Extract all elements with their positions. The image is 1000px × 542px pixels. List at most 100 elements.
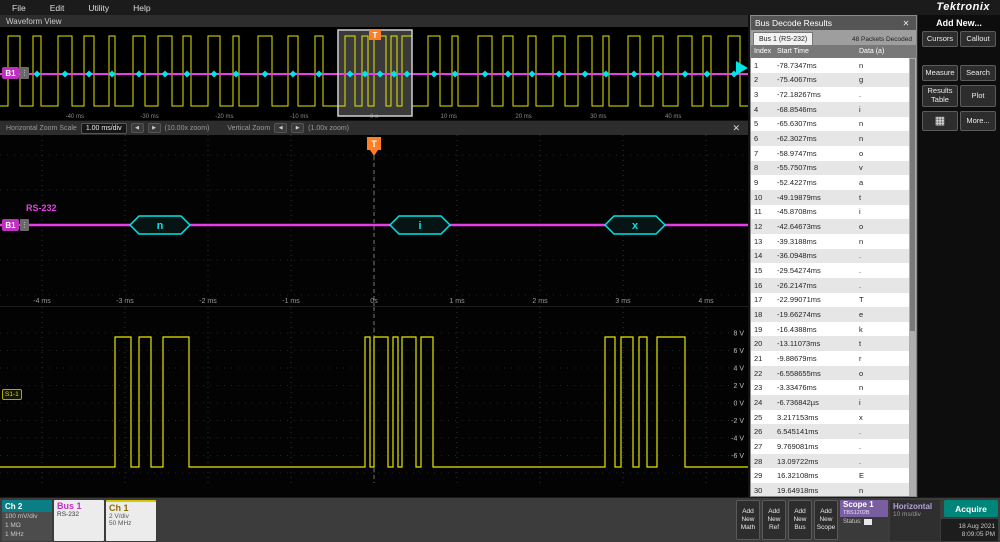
decode-row[interactable]: 2-75.4067msg — [751, 73, 909, 88]
overview-svg: -40 ms-30 ms-20 ms-10 ms0 s10 ms20 ms30 … — [0, 28, 748, 120]
voltage-axis-label: 2 V — [733, 383, 744, 390]
v-zoom-increase-button[interactable]: ▶ — [291, 123, 304, 133]
decode-event-diamond — [528, 70, 535, 77]
decode-row[interactable]: 279.769081ms. — [751, 439, 909, 454]
add-new-ref-button[interactable]: AddNewRef — [762, 500, 786, 540]
waveform-flag-icon[interactable] — [736, 61, 748, 75]
decode-row[interactable]: 23-3.33476msn — [751, 380, 909, 395]
column-data[interactable]: Data (a) — [859, 48, 916, 55]
decode-row[interactable]: 7-58.9747mso — [751, 146, 909, 161]
cell-data: . — [859, 457, 909, 466]
decode-row[interactable]: 2813.09722ms. — [751, 454, 909, 469]
channel-2-badge[interactable]: Ch 2 100 mV/div 1 MΩ 1 MHz — [2, 500, 52, 541]
decode-row[interactable]: 3019.64918msn — [751, 483, 909, 496]
decode-row[interactable]: 19-16.4388msk — [751, 322, 909, 337]
cell-index: 8 — [751, 163, 777, 172]
cell-start-time: -22.99071ms — [777, 295, 859, 304]
cell-start-time: -52.4227ms — [777, 178, 859, 187]
decode-row[interactable]: 13-39.3188msn — [751, 234, 909, 249]
decode-row[interactable]: 12-42.64673mso — [751, 219, 909, 234]
cell-index: 5 — [751, 119, 777, 128]
decode-scrollbar[interactable] — [909, 58, 916, 496]
h-zoom-increase-button[interactable]: ▶ — [148, 123, 161, 133]
decode-row[interactable]: 20-13.11073mst — [751, 336, 909, 351]
close-icon[interactable]: ✕ — [900, 19, 912, 28]
horizontal-scale-value[interactable]: 1.00 ms/div — [81, 123, 127, 134]
plot-button[interactable]: Plot — [960, 85, 996, 107]
decode-row[interactable]: 18-19.66274mse — [751, 307, 909, 322]
cell-start-time: -68.8546ms — [777, 105, 859, 114]
source-channel-badge[interactable]: S1-1 — [2, 389, 22, 400]
search-button[interactable]: Search — [960, 65, 996, 81]
decode-event-diamond — [232, 70, 239, 77]
bus1-overview-drag-handle[interactable]: ⋮ — [20, 67, 29, 79]
decode-row[interactable]: 6-62.3027msn — [751, 131, 909, 146]
column-index[interactable]: Index — [751, 48, 777, 55]
cell-index: 11 — [751, 207, 777, 216]
add-new-math-button[interactable]: AddNewMath — [736, 500, 760, 540]
scrollbar-thumb[interactable] — [910, 59, 915, 331]
decode-row[interactable]: 9-52.4227msa — [751, 175, 909, 190]
bus-1-badge[interactable]: Bus 1 RS-232 — [54, 500, 104, 541]
voltage-axis-label: 8 V — [733, 331, 744, 338]
cell-data: . — [859, 251, 909, 260]
decode-event-diamond — [451, 70, 458, 77]
decode-row[interactable]: 11-45.8708msi — [751, 205, 909, 220]
menu-utility[interactable]: Utility — [76, 0, 121, 15]
voltage-axis-label: 4 V — [733, 366, 744, 373]
channel-1-badge[interactable]: Ch 1 2 V/div 50 MHz — [106, 500, 156, 541]
column-start-time[interactable]: Start Time — [777, 48, 859, 55]
decode-row[interactable]: 15-29.54274ms. — [751, 263, 909, 278]
decode-row[interactable]: 8-55.7507msv — [751, 161, 909, 176]
decode-row[interactable]: 24-6.736842µsi — [751, 395, 909, 410]
decode-window-titlebar[interactable]: Bus Decode Results ✕ — [751, 16, 916, 30]
decode-row[interactable]: 4-68.8546msi — [751, 102, 909, 117]
cell-start-time: 16.32108ms — [777, 471, 859, 480]
bus1-drag-handle[interactable]: ⋮ — [20, 219, 29, 231]
cursors-button[interactable]: Cursors — [922, 31, 958, 47]
analog-waveform — [0, 337, 748, 467]
channel-1-label: Ch 1 — [109, 503, 153, 513]
decode-row[interactable]: 22-6.558655mso — [751, 366, 909, 381]
add-new-bus-button[interactable]: AddNewBus — [788, 500, 812, 540]
cell-index: 13 — [751, 237, 777, 246]
menu-file[interactable]: File — [0, 0, 38, 15]
results-table-icon-button[interactable]: ▦ — [922, 111, 958, 131]
decode-row[interactable]: 266.545141ms. — [751, 424, 909, 439]
analog-waveform-view[interactable]: 8 V6 V4 V2 V0 V-2 V-4 V-6 V S1-1 — [0, 307, 748, 497]
measure-button[interactable]: Measure — [922, 65, 958, 81]
decode-row[interactable]: 253.217153msx — [751, 410, 909, 425]
horizontal-badge[interactable]: Horizontal 10 ms/div — [890, 500, 940, 541]
cell-start-time: -42.64673ms — [777, 222, 859, 231]
acquire-button[interactable]: Acquire — [944, 500, 998, 517]
h-zoom-decrease-button[interactable]: ◀ — [131, 123, 144, 133]
decode-row[interactable]: 1-78.7347msn — [751, 58, 909, 73]
more-button[interactable]: More... — [960, 111, 996, 131]
ch1-scale: 2 V/div — [109, 513, 153, 520]
zoom-close-icon[interactable]: ✕ — [732, 123, 742, 134]
scope-1-badge[interactable]: Scope 1 TBS1202B Status: — [840, 500, 888, 541]
decode-row[interactable]: 3-72.18267ms. — [751, 87, 909, 102]
decode-row[interactable]: 14-36.0948ms. — [751, 249, 909, 264]
decode-row[interactable]: 10-49.19879mst — [751, 190, 909, 205]
callout-button[interactable]: Callout — [960, 31, 996, 47]
waveform-overview[interactable]: -40 ms-30 ms-20 ms-10 ms0 s10 ms20 ms30 … — [0, 28, 748, 120]
decode-row[interactable]: 16-26.2147ms. — [751, 278, 909, 293]
menu-edit[interactable]: Edit — [38, 0, 77, 15]
waveform-view-titlebar[interactable]: Waveform View — [0, 15, 748, 28]
cell-start-time: -62.3027ms — [777, 134, 859, 143]
decode-row[interactable]: 17-22.99071msT — [751, 293, 909, 308]
bus-decode-view[interactable]: nixT-4 ms-3 ms-2 ms-1 ms0s1 ms2 ms3 ms4 … — [0, 135, 748, 307]
v-zoom-decrease-button[interactable]: ◀ — [274, 123, 287, 133]
cell-index: 30 — [751, 486, 777, 495]
tab-bus1-rs232[interactable]: Bus 1 (RS-232) — [753, 32, 813, 45]
menu-help[interactable]: Help — [121, 0, 162, 15]
bus1-badge-overview[interactable]: B1 — [2, 67, 19, 79]
add-new-scope-button[interactable]: AddNewScope — [814, 500, 838, 540]
results-table-button[interactable]: Results Table — [922, 85, 958, 107]
decode-row[interactable]: 5-65.6307msn — [751, 117, 909, 132]
decode-row[interactable]: 21-9.88679msr — [751, 351, 909, 366]
decode-row[interactable]: 2916.32108msE — [751, 468, 909, 483]
bus1-badge[interactable]: B1 — [2, 219, 19, 231]
cell-index: 20 — [751, 339, 777, 348]
